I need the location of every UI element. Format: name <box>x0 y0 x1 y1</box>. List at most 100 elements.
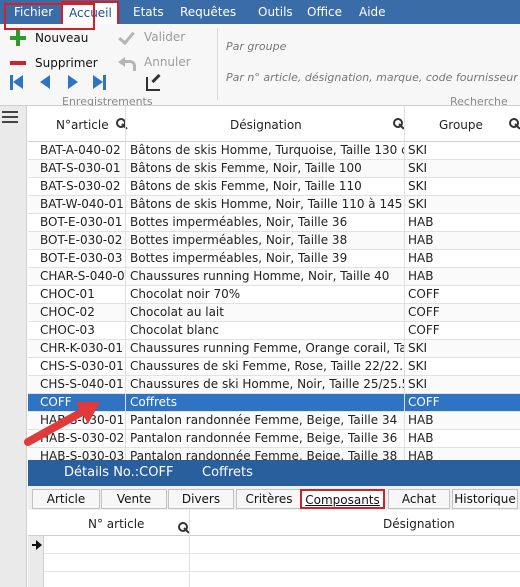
left-gutter <box>0 106 27 587</box>
cell-numero: CHS-S-030-01 <box>40 359 124 373</box>
cell-groupe: HAB <box>408 233 434 247</box>
cell-groupe: HAB <box>408 449 434 460</box>
cell-groupe: COFF <box>408 323 440 337</box>
cell-numero: CHOC-03 <box>40 323 95 337</box>
table-row[interactable]: BAT-A-040-02 Bâtons de skis Homme, Turquo… <box>28 142 520 160</box>
cell-numero: BAT-A-040-02 <box>40 143 121 157</box>
table-row[interactable]: HAB-S-030-02 Pantalon randonnée Femme, Be… <box>28 430 520 448</box>
cell-numero: CHR-K-030-01 <box>40 341 124 355</box>
tab-vente[interactable]: Vente <box>101 489 167 509</box>
row-pointer-icon <box>32 540 42 550</box>
column-separator <box>404 106 405 460</box>
cell-numero: CHOC-01 <box>40 287 95 301</box>
cell-groupe: COFF <box>408 305 440 319</box>
cell-designation: Bottes imperméables, Noir, Taille 36 <box>130 215 348 229</box>
tab-criteres[interactable]: Critères <box>236 489 302 509</box>
next-record-icon[interactable] <box>68 75 78 89</box>
cell-designation: Bâtons de skis Homme, Turquoise, Taille … <box>130 143 404 157</box>
grid-header: N°article Désignation Groupe <box>28 106 520 142</box>
search-group-field[interactable]: Par groupe <box>226 40 518 53</box>
subgrid-body <box>28 536 520 587</box>
column-header-groupe[interactable]: Groupe <box>439 118 483 132</box>
list-lines-icon[interactable] <box>2 110 18 126</box>
menu-etats[interactable]: Etats <box>127 0 170 24</box>
table-row[interactable]: BOT-E-030-02 Bottes imperméables, Noir, T… <box>28 232 520 250</box>
menu-outils[interactable]: Outils <box>252 0 299 24</box>
key-icon[interactable] <box>116 118 128 130</box>
subgrid-row[interactable] <box>28 554 520 572</box>
tab-article-label: Article <box>46 492 86 506</box>
first-record-icon[interactable] <box>13 75 23 89</box>
table-row[interactable]: BOT-E-030-03 Bottes imperméables, Noir, T… <box>28 250 520 268</box>
table-row[interactable]: BAT-S-030-02 Bâtons de skis Femme, Noir, … <box>28 178 520 196</box>
menu-requetes[interactable]: Requêtes <box>174 0 242 24</box>
column-header-numero[interactable]: N°article <box>56 118 109 132</box>
undo-icon <box>118 54 136 71</box>
cell-groupe: HAB <box>408 431 434 445</box>
tab-achat-label: Achat <box>401 492 437 506</box>
cell-groupe: SKI <box>408 359 428 373</box>
cell-designation: Chocolat au lait <box>130 305 224 319</box>
last-record-icon[interactable] <box>93 75 103 89</box>
subgrid-header-designation[interactable]: Désignation <box>383 517 455 531</box>
table-row[interactable]: CHOC-03 Chocolat blanc COFF <box>28 322 520 340</box>
column-header-designation[interactable]: Désignation <box>230 118 302 132</box>
cell-designation: Coffrets <box>130 395 177 409</box>
annuler-button[interactable]: Annuler <box>118 54 191 71</box>
previous-record-icon[interactable] <box>40 75 50 89</box>
column-separator <box>189 510 190 587</box>
subgrid-row[interactable] <box>28 572 520 587</box>
supprimer-label: Supprimer <box>35 56 98 70</box>
details-bar: Détails No.:COFF Coffrets <box>28 460 520 486</box>
cell-numero: BOT-E-030-01 <box>40 215 123 229</box>
search-article-field[interactable]: Par n° article, désignation, marque, cod… <box>226 71 518 84</box>
cell-numero: CHOC-02 <box>40 305 95 319</box>
cell-designation: Chocolat noir 70% <box>130 287 241 301</box>
cell-designation: Chocolat blanc <box>130 323 219 337</box>
table-row[interactable]: BAT-S-030-01 Bâtons de skis Femme, Noir, … <box>28 160 520 178</box>
tab-article[interactable]: Article <box>32 489 100 509</box>
cell-numero: COFF <box>40 395 72 409</box>
cell-designation: Pantalon randonnée Femme, Beige, Taille … <box>130 449 398 460</box>
table-row[interactable]: CHOC-02 Chocolat au lait COFF <box>28 304 520 322</box>
tab-criteres-label: Critères <box>245 492 293 506</box>
supprimer-button[interactable]: Supprimer <box>9 54 98 72</box>
nouveau-button[interactable]: Nouveau <box>9 29 88 47</box>
cell-groupe: COFF <box>408 395 440 409</box>
table-row[interactable]: CHAR-S-040-0 Chaussures running Homme, No… <box>28 268 520 286</box>
tab-achat[interactable]: Achat <box>388 489 450 509</box>
table-row[interactable]: HAB-S-030-03 Pantalon randonnée Femme, Be… <box>28 448 520 460</box>
nouveau-label: Nouveau <box>35 31 89 45</box>
tab-historique-label: Historique <box>454 492 516 506</box>
table-row[interactable]: CHS-S-030-01 Chaussures de ski Femme, Ros… <box>28 358 520 376</box>
cell-numero: CHS-S-040-01 <box>40 377 124 391</box>
subgrid-header: N° article Désignation <box>28 510 520 536</box>
valider-button[interactable]: Valider <box>118 29 185 45</box>
last-record-bar <box>103 75 106 90</box>
cell-designation: Pantalon randonnée Femme, Beige, Taille … <box>130 431 398 445</box>
tab-historique[interactable]: Historique <box>452 489 518 509</box>
edit-icon[interactable] <box>146 75 160 91</box>
tab-composants[interactable]: Composants <box>300 489 385 509</box>
table-row[interactable]: HAB-S-030-01 Pantalon randonnée Femme, Be… <box>28 412 520 430</box>
tab-divers[interactable]: Divers <box>168 489 234 509</box>
cell-groupe: HAB <box>408 215 434 229</box>
cell-numero: HAB-S-030-02 <box>40 431 125 445</box>
tab-vente-label: Vente <box>116 492 152 506</box>
cell-numero: BOT-E-030-02 <box>40 233 123 247</box>
subgrid-row[interactable] <box>28 536 520 554</box>
menu-aide[interactable]: Aide <box>353 0 392 24</box>
subgrid-header-numero[interactable]: N° article <box>88 517 144 531</box>
table-row[interactable]: COFF Coffrets COFF <box>28 394 520 412</box>
table-row[interactable]: BAT-W-040-01 Bâtons de skis Homme, Noir, … <box>28 196 520 214</box>
table-row[interactable]: CHS-S-040-01 Chaussures de ski Homme, Noi… <box>28 376 520 394</box>
key-icon[interactable] <box>509 118 520 130</box>
table-row[interactable]: BOT-E-030-01 Bottes imperméables, Noir, T… <box>28 214 520 232</box>
cell-designation: Bâtons de skis Homme, Noir, Taille 110 à… <box>130 197 404 211</box>
minus-icon <box>9 54 27 72</box>
cell-groupe: SKI <box>408 179 428 193</box>
table-row[interactable]: CHR-K-030-01 Chaussures running Femme, Or… <box>28 340 520 358</box>
cell-designation: Bottes imperméables, Noir, Taille 38 <box>130 233 348 247</box>
table-row[interactable]: CHOC-01 Chocolat noir 70% COFF <box>28 286 520 304</box>
menu-office[interactable]: Office <box>301 0 348 24</box>
